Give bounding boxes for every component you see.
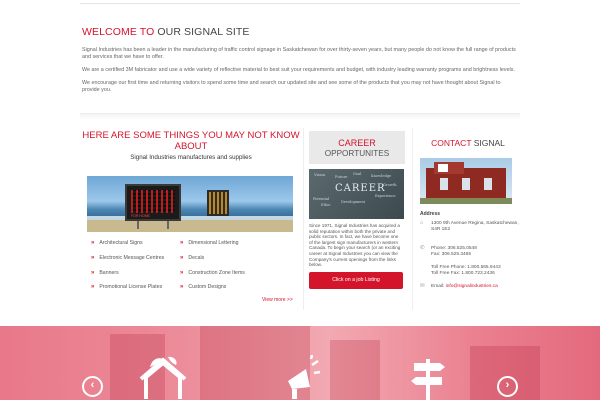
career-heading: CAREER OPPORTUNITES [309,131,405,164]
chevron-right-icon: » [180,240,184,246]
list-item[interactable]: » Dimensional Lettering [180,240,239,246]
building-photo [420,158,512,204]
carousel-prev-button[interactable]: ‹ [82,376,103,397]
list-item[interactable]: » Promotional License Plates [91,284,162,290]
megaphone-icon[interactable] [282,355,322,400]
column-divider [303,128,304,310]
chevron-right-icon: » [180,284,184,290]
top-divider [80,0,520,4]
chevron-right-icon: » [91,284,95,290]
email-link[interactable]: info@signalindustries.ca [446,284,498,289]
address-label: Address [420,211,441,217]
contact-section: CONTACT SIGNAL [418,131,518,204]
phone-icon: ✆ [420,245,425,251]
eco-house-icon[interactable] [138,355,188,400]
chevron-right-icon: » [91,240,95,246]
welcome-paragraph: Signal Industries has been a leader in t… [82,47,516,61]
list-item[interactable]: » Architectural Signs [91,240,143,246]
home-icon: ⌂ [420,220,424,226]
chevron-right-icon: » [180,270,184,276]
career-chalkboard-image: CAREER Vision Goal Knowledge Growth Pote… [309,169,404,219]
chevron-right-icon: » [91,255,95,261]
envelope-icon: ✉ [420,283,425,289]
signpost-icon[interactable] [408,355,448,400]
chevron-right-icon: » [180,255,184,261]
list-item[interactable]: » Construction Zone Items [180,270,245,276]
section-divider [80,113,520,120]
chevron-right-icon: » [91,270,95,276]
welcome-title: WELCOME TO OUR SIGNAL SITE [82,26,250,38]
column-divider [412,128,413,310]
contact-heading: CONTACT SIGNAL [431,138,505,148]
welcome-paragraph: We encourage our first time and returnin… [82,80,501,94]
list-item[interactable]: » Electronic Message Centres [91,255,164,261]
list-item[interactable]: » Banners [91,270,119,276]
welcome-section: WELCOME TO OUR SIGNAL SITE Signal Indust… [82,26,518,94]
carousel-next-button[interactable]: › [497,376,518,397]
things-subheading: Signal Industries manufactures and suppl… [130,154,252,161]
things-heading: HERE ARE SOME THINGS YOU MAY NOT KNOW AB… [82,130,300,152]
sign-photo: FOR HOME [87,176,293,232]
career-text: Since 1971, Signal Industries has acquir… [309,223,401,268]
chevron-right-icon: › [505,379,510,391]
chevron-left-icon: ‹ [90,379,95,391]
list-item[interactable]: » Decals [180,255,204,261]
list-item[interactable]: » Custom Designs [180,284,226,290]
welcome-paragraph: We are a certified 3M fabricator and use… [82,67,515,74]
job-listing-button[interactable]: Click on a job Listing [309,271,403,289]
view-more-link[interactable]: View more >> [262,297,293,303]
things-section: HERE ARE SOME THINGS YOU MAY NOT KNOW AB… [82,130,300,232]
career-section: CAREER OPPORTUNITES CAREER Vision Goal K… [309,131,405,289]
led-sign-image: FOR HOME [125,184,181,221]
